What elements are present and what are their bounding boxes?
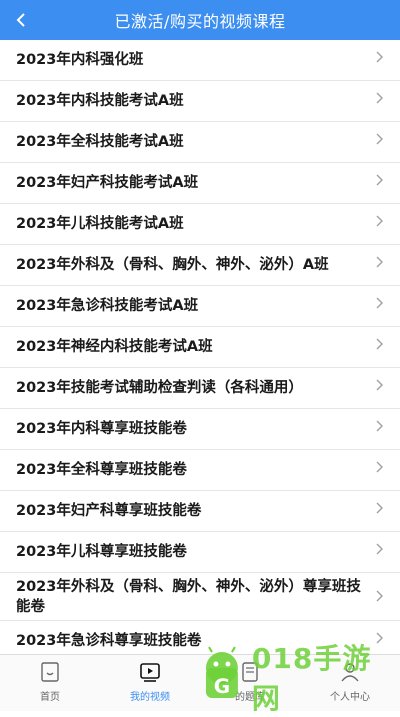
tab-my-videos[interactable]: 我的视频: [100, 655, 200, 711]
chevron-right-icon: [376, 338, 383, 350]
course-row[interactable]: 2023年内科强化班: [0, 40, 400, 81]
chevron-right-icon: [376, 256, 383, 268]
course-title: 2023年急诊科尊享班技能卷: [16, 633, 202, 649]
course-title: 2023年急诊科技能考试A班: [16, 298, 199, 314]
tab-label: 的题库: [235, 692, 265, 703]
course-title: 2023年内科尊享班技能卷: [16, 421, 187, 437]
page-title: 已激活/购买的视频课程: [114, 12, 286, 31]
tab-profile[interactable]: 个人中心: [300, 655, 400, 711]
tab-label: 个人中心: [330, 692, 370, 703]
chevron-right-icon: [376, 133, 383, 145]
course-title: 2023年全科尊享班技能卷: [16, 462, 187, 478]
tab-question-bank[interactable]: 的题库: [200, 655, 300, 711]
chevron-left-icon: [16, 13, 25, 27]
course-row[interactable]: 2023年技能考试辅助检查判读（各科通用）: [0, 368, 400, 409]
tab-home[interactable]: 首页: [0, 655, 100, 711]
tab-label: 首页: [40, 692, 60, 703]
course-row[interactable]: 2023年妇产科尊享班技能卷: [0, 491, 400, 532]
course-row[interactable]: 2023年神经内科技能考试A班: [0, 327, 400, 368]
course-title: 2023年妇产科技能考试A班: [16, 175, 199, 191]
chevron-right-icon: [376, 543, 383, 555]
course-title: 2023年儿科技能考试A班: [16, 216, 184, 232]
home-icon: [41, 662, 59, 682]
chevron-right-icon: [376, 590, 383, 602]
chevron-right-icon: [376, 420, 383, 432]
course-row[interactable]: 2023年急诊科技能考试A班: [0, 286, 400, 327]
course-row[interactable]: 2023年内科尊享班技能卷: [0, 409, 400, 450]
chevron-right-icon: [376, 297, 383, 309]
chevron-right-icon: [376, 632, 383, 644]
course-row[interactable]: 2023年内科技能考试A班: [0, 81, 400, 122]
course-title: 2023年妇产科尊享班技能卷: [16, 503, 202, 519]
course-list: 2023年内科强化班 2023年内科技能考试A班 2023年全科技能考试A班 2…: [0, 40, 400, 654]
chevron-right-icon: [376, 215, 383, 227]
course-row[interactable]: 2023年急诊科尊享班技能卷: [0, 621, 400, 654]
top-bar: 已激活/购买的视频课程: [0, 0, 400, 40]
course-row[interactable]: 2023年外科及（骨科、胸外、神外、泌外）尊享班技能卷: [0, 573, 400, 621]
back-button[interactable]: [6, 0, 36, 40]
course-row[interactable]: 2023年儿科技能考试A班: [0, 204, 400, 245]
course-row[interactable]: 2023年外科及（骨科、胸外、神外、泌外）A班: [0, 245, 400, 286]
course-title: 2023年全科技能考试A班: [16, 134, 184, 150]
course-title: 2023年儿科尊享班技能卷: [16, 544, 187, 560]
chevron-right-icon: [376, 379, 383, 391]
chevron-right-icon: [376, 502, 383, 514]
course-title: 2023年内科强化班: [16, 52, 144, 68]
bottom-tab-bar: 首页 我的视频 的题库 个人中心: [0, 654, 400, 711]
course-title: 2023年技能考试辅助检查判读（各科通用）: [16, 380, 303, 396]
video-icon: [140, 663, 160, 682]
course-row[interactable]: 2023年全科尊享班技能卷: [0, 450, 400, 491]
course-title: 2023年外科及（骨科、胸外、神外、泌外）A班: [16, 257, 329, 273]
course-title: 2023年神经内科技能考试A班: [16, 339, 213, 355]
chevron-right-icon: [376, 174, 383, 186]
course-row[interactable]: 2023年全科技能考试A班: [0, 122, 400, 163]
chevron-right-icon: [376, 51, 383, 63]
course-row[interactable]: 2023年妇产科技能考试A班: [0, 163, 400, 204]
course-title: 2023年外科及（骨科、胸外、神外、泌外）尊享班技能卷: [16, 578, 361, 615]
chevron-right-icon: [376, 461, 383, 473]
course-title: 2023年内科技能考试A班: [16, 93, 184, 109]
course-row[interactable]: 2023年儿科尊享班技能卷: [0, 532, 400, 573]
tab-label: 我的视频: [130, 692, 170, 703]
user-icon: [341, 663, 359, 682]
chevron-right-icon: [376, 92, 383, 104]
question-bank-icon: [242, 662, 258, 682]
